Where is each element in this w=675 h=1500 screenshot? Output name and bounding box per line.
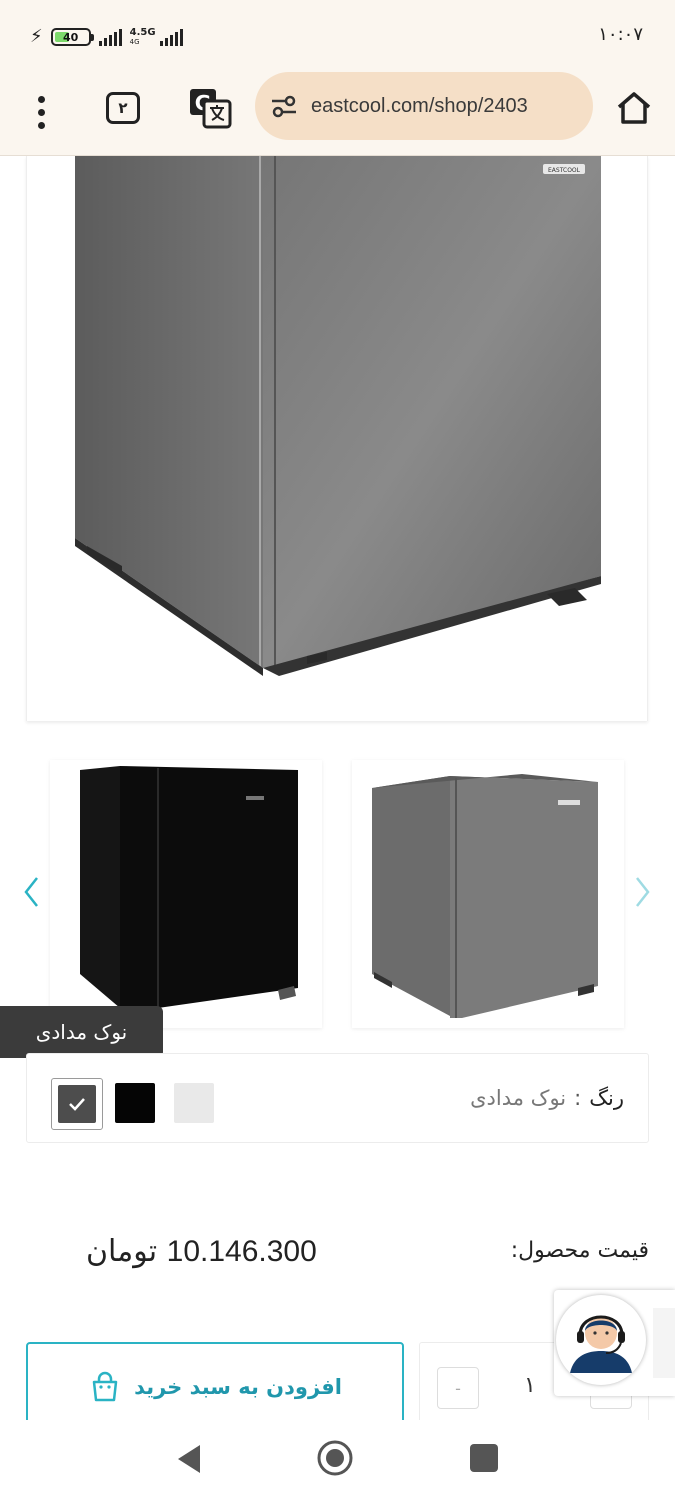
status-icons: ⚡ 40 4.5G 4G xyxy=(30,22,183,52)
battery-icon: 40 xyxy=(50,28,94,46)
clock: ۱۰:۰۷ xyxy=(598,24,643,45)
color-label-separator: : xyxy=(574,1086,582,1110)
brand-badge-text: EASTCOOL xyxy=(548,167,581,174)
address-bar[interactable]: eastcool.com/shop/2403 xyxy=(255,72,593,140)
recaptcha-edge xyxy=(653,1308,675,1378)
support-chat-widget[interactable] xyxy=(554,1290,675,1396)
browser-toolbar: ۲ G eastcool.com/shop/2403 xyxy=(0,70,675,156)
color-swatch-white[interactable] xyxy=(174,1083,214,1123)
color-swatch-black[interactable] xyxy=(115,1083,155,1123)
price-amount: 10.146.300 xyxy=(166,1235,317,1268)
quantity-value[interactable]: ۱ xyxy=(524,1373,536,1398)
add-to-cart-label: افزودن به سبد خرید xyxy=(134,1375,342,1399)
color-selected-value: نوک مدادی xyxy=(470,1086,567,1110)
signal-icon-2 xyxy=(159,28,183,46)
thumbnail-gray-refrigerator[interactable] xyxy=(352,760,624,1028)
price-value: 10.146.300 تومان xyxy=(86,1234,317,1269)
carousel-next-arrow-icon[interactable] xyxy=(630,872,654,912)
charging-icon: ⚡ xyxy=(30,26,43,47)
home-icon[interactable] xyxy=(612,86,656,130)
thumbnail-black-refrigerator[interactable] xyxy=(50,760,322,1028)
tab-switcher-button[interactable]: ۲ xyxy=(106,92,140,124)
color-label: رنگ: نوک مدادی xyxy=(470,1086,624,1110)
shopping-bag-icon xyxy=(92,1371,118,1402)
price-label: قیمت محصول: xyxy=(510,1238,649,1263)
system-navigation-bar xyxy=(0,1420,675,1500)
quantity-decrease-button[interactable]: - xyxy=(437,1367,479,1409)
check-icon xyxy=(69,1098,85,1111)
back-icon[interactable] xyxy=(174,1442,204,1476)
battery-level: 40 xyxy=(62,30,79,44)
refrigerator-image: EASTCOOL xyxy=(75,156,601,676)
color-selector: رنگ: نوک مدادی xyxy=(26,1053,649,1143)
product-main-image[interactable]: EASTCOOL xyxy=(26,156,648,721)
network-indicator: 4.5G 4G xyxy=(129,28,156,47)
network-subtype: 4G xyxy=(129,38,140,46)
carousel-prev-arrow-icon[interactable] xyxy=(20,872,44,912)
color-label-title: رنگ xyxy=(589,1086,624,1110)
price-currency: تومان xyxy=(86,1234,158,1269)
color-tooltip: نوک مدادی xyxy=(0,1006,163,1067)
translate-icon[interactable]: G xyxy=(188,86,232,130)
site-settings-icon[interactable] xyxy=(269,91,299,121)
support-agent-icon[interactable] xyxy=(556,1295,646,1385)
url-text: eastcool.com/shop/2403 xyxy=(311,94,528,117)
status-bar: ⚡ 40 4.5G 4G ۱۰:۰۷ xyxy=(0,0,675,70)
network-type: 4.5G xyxy=(129,27,156,38)
home-nav-icon[interactable] xyxy=(316,1439,354,1477)
add-to-cart-button[interactable]: افزودن به سبد خرید xyxy=(26,1342,404,1432)
recent-apps-icon[interactable] xyxy=(470,1444,498,1472)
color-swatch-gray[interactable] xyxy=(58,1085,96,1123)
signal-icon xyxy=(98,28,122,46)
overflow-menu-icon[interactable] xyxy=(28,90,54,134)
